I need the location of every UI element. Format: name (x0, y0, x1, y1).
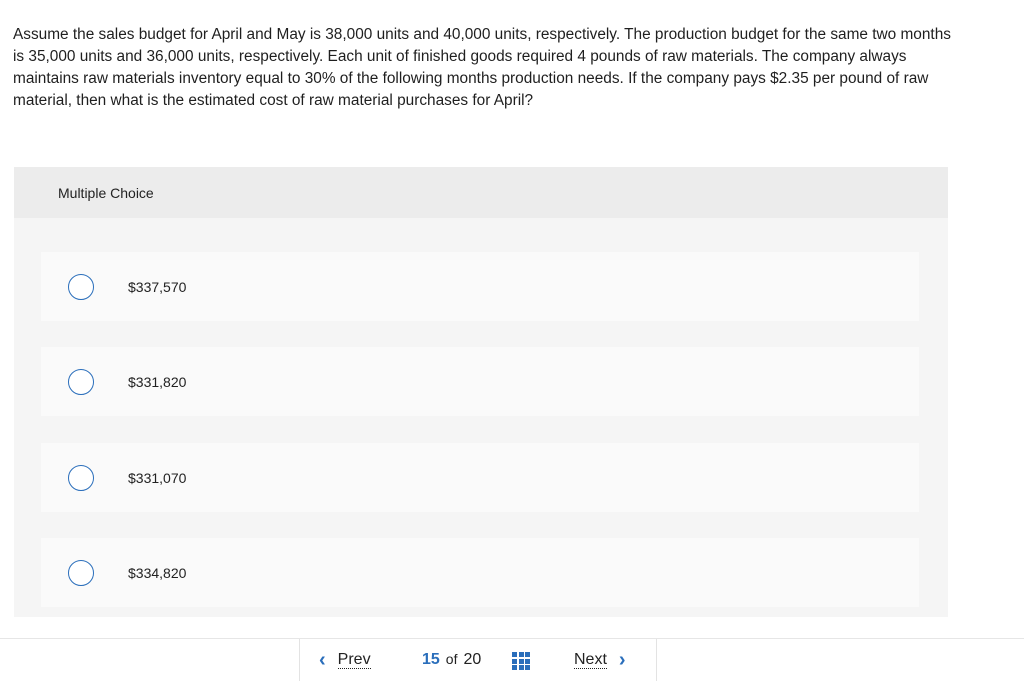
multiple-choice-header: Multiple Choice (14, 167, 948, 218)
answer-option-3[interactable]: $331,070 (41, 443, 919, 512)
footer-bar: ‹ Prev 15 of 20 Next › (0, 638, 1024, 681)
answer-option-2[interactable]: $331,820 (41, 347, 919, 416)
grid-icon[interactable] (512, 652, 530, 670)
radio-button[interactable] (68, 559, 94, 586)
answer-option-label: $334,820 (128, 564, 187, 581)
of-label: of (445, 651, 458, 667)
answer-option-label: $331,070 (128, 469, 187, 486)
chevron-right-icon: › (618, 649, 626, 671)
page-indicator: 15 of 20 (422, 651, 481, 669)
chevron-left-icon: ‹ (319, 649, 326, 671)
radio-button[interactable] (68, 368, 94, 395)
question-text: Assume the sales budget for April and Ma… (13, 26, 951, 109)
question-navigation: ‹ Prev 15 of 20 Next › (299, 639, 657, 681)
next-label: Next (574, 651, 607, 669)
multiple-choice-panel: Multiple Choice $337,570 $331,820 $331,0… (14, 167, 948, 617)
answer-option-1[interactable]: $337,570 (41, 252, 919, 321)
next-button[interactable]: Next › (574, 649, 626, 671)
prev-label: Prev (337, 651, 371, 669)
answer-option-label: $331,820 (128, 373, 187, 390)
answer-option-4[interactable]: $334,820 (41, 538, 919, 607)
total-pages: 20 (463, 651, 482, 668)
answer-option-label: $337,570 (128, 278, 187, 295)
current-page: 15 (422, 651, 440, 668)
radio-button[interactable] (68, 464, 94, 491)
prev-button[interactable]: ‹ Prev (319, 649, 371, 671)
radio-button[interactable] (68, 273, 94, 300)
